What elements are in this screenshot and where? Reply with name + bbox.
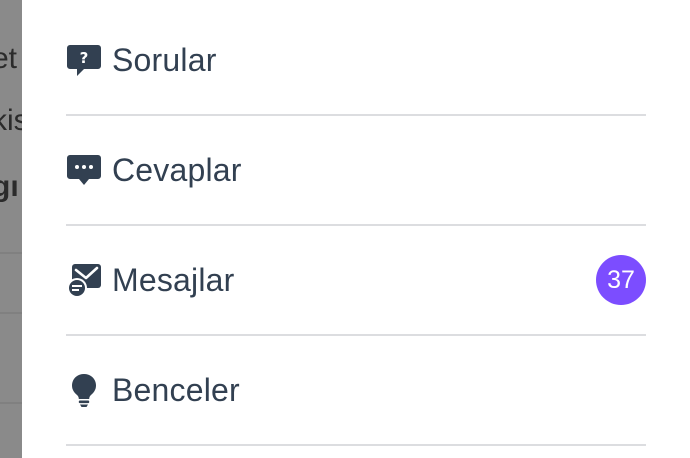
menu-item-mesajlar[interactable]: Mesajlar 37 [66,226,646,336]
lightbulb-icon [66,372,102,408]
background-text: gı [0,170,19,203]
menu-item-label: Sorular [112,41,217,78]
menu-item-benceler[interactable]: Benceler [66,336,646,446]
background-divider [0,402,22,404]
background-text: kis [0,104,22,137]
svg-text:?: ? [80,49,89,67]
comment-dots-icon [66,152,102,188]
navigation-drawer: ? Sorular Cevaplar Mesajlar 37 Benceler [22,0,690,458]
unread-count-badge: 37 [596,255,646,305]
background-page-overlay[interactable]: et kis gı [0,0,22,458]
drawer-menu: ? Sorular Cevaplar Mesajlar 37 Benceler [66,6,646,446]
messages-icon [66,262,102,298]
menu-item-label: Mesajlar [112,261,235,298]
question-bubble-icon: ? [66,42,102,78]
menu-item-label: Cevaplar [112,151,242,188]
menu-item-cevaplar[interactable]: Cevaplar [66,116,646,226]
background-divider [0,252,22,254]
menu-item-label: Benceler [112,371,240,408]
menu-item-sorular[interactable]: ? Sorular [66,6,646,116]
background-text: et [0,42,18,75]
background-divider [0,312,22,314]
screen: et kis gı ? Sorular [0,0,690,458]
